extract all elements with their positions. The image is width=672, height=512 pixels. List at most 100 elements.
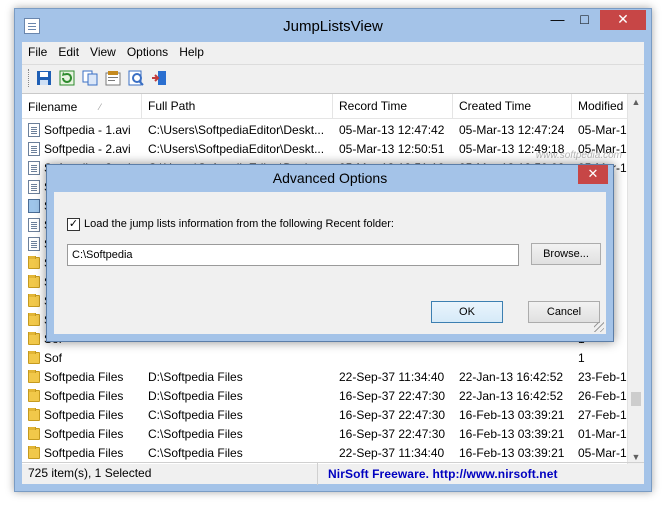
dialog-close-button[interactable]: ✕	[578, 165, 608, 184]
softpedia-watermark: www.softpedia.com	[535, 150, 622, 161]
cell-filename: Softpedia Files	[22, 369, 142, 384]
ok-button[interactable]: OK	[431, 301, 503, 323]
filename-text: Softpedia Files	[44, 407, 124, 422]
filename-text: Softpedia Files	[44, 369, 124, 384]
dialog-title: Advanced Options	[272, 170, 388, 186]
cell-full-path: D:\Softpedia Files	[148, 369, 243, 384]
copy-button[interactable]	[80, 68, 100, 88]
browse-button[interactable]: Browse...	[531, 243, 601, 265]
file-icon	[28, 122, 40, 137]
cell-created-time: 16-Feb-13 03:39:21	[459, 407, 565, 422]
recent-folder-path-input[interactable]	[67, 244, 519, 266]
menu-options[interactable]: Options	[123, 42, 175, 62]
scroll-thumb[interactable]	[631, 392, 641, 406]
menu-help[interactable]: Help	[175, 42, 211, 62]
cell-record-time: 05-Mar-13 12:50:51	[339, 141, 445, 156]
toolbar-grip	[28, 68, 30, 87]
cell-record-time: 16-Sep-37 22:47:30	[339, 407, 446, 422]
table-header: Filename ⁄ Full Path Record Time Created …	[22, 94, 644, 119]
menu-edit[interactable]: Edit	[54, 42, 86, 62]
copy-icon	[82, 70, 98, 85]
folder-icon	[28, 350, 40, 364]
folder-icon	[28, 331, 40, 345]
cell-filename: Softpedia Files	[22, 388, 142, 403]
cell-full-path: C:\Users\SoftpediaEditor\Deskt...	[148, 122, 325, 137]
exit-icon	[152, 70, 166, 85]
cell-filename: Sof	[22, 350, 142, 365]
cell-record-time: 05-Mar-13 12:47:42	[339, 122, 445, 137]
table-row[interactable]: Softpedia Files C:\Softpedia Files 16-Sep-…	[22, 405, 642, 424]
folder-icon	[28, 388, 40, 402]
find-button[interactable]	[126, 68, 146, 88]
folder-icon	[28, 369, 40, 383]
column-filename[interactable]: Filename ⁄	[22, 94, 142, 119]
cell-record-time: 22-Sep-37 11:34:40	[339, 369, 445, 384]
scroll-up-icon[interactable]: ▲	[628, 94, 644, 110]
file-icon	[28, 179, 40, 194]
image-file-icon	[28, 198, 40, 213]
table-row[interactable]: Softpedia Files D:\Softpedia Files 22-Sep-…	[22, 367, 642, 386]
menu-view[interactable]: View	[86, 42, 123, 62]
dialog-body: ✓ Load the jump lists information from t…	[54, 192, 606, 334]
cell-record-time: 22-Sep-37 11:34:40	[339, 445, 445, 460]
folder-icon	[28, 445, 40, 459]
filename-text: Softpedia Files	[44, 445, 124, 460]
table-row[interactable]: Softpedia Files D:\Softpedia Files 16-Sep-…	[22, 386, 642, 405]
cell-record-time: 16-Sep-37 22:47:30	[339, 388, 446, 403]
toolbar	[22, 64, 644, 90]
refresh-icon	[59, 70, 75, 85]
title-bar: JumpListsView — □ ✕	[15, 9, 651, 43]
cell-created-time: 16-Feb-13 03:39:21	[459, 445, 565, 460]
find-icon	[128, 70, 144, 86]
nirsoft-link[interactable]: NirSoft Freeware. http://www.nirsoft.net	[318, 467, 558, 481]
menu-bar: File Edit View Options Help	[22, 42, 644, 62]
checkmark-icon: ✓	[68, 218, 79, 230]
exit-button[interactable]	[149, 68, 169, 88]
column-created-time[interactable]: Created Time	[453, 94, 572, 119]
vertical-scrollbar[interactable]: ▲ ▼	[627, 94, 644, 464]
cell-filename: Softpedia Files	[22, 445, 142, 460]
minimize-button[interactable]: —	[544, 10, 571, 30]
menu-file[interactable]: File	[24, 42, 54, 62]
cell-full-path: D:\Softpedia Files	[148, 388, 243, 403]
cell-created-time: 22-Jan-13 16:42:52	[459, 388, 564, 403]
resize-grip[interactable]	[594, 322, 604, 332]
folder-icon	[28, 293, 40, 307]
filename-text: Sof	[44, 350, 63, 365]
column-record-time[interactable]: Record Time	[333, 94, 453, 119]
table-row[interactable]: Sof1	[22, 348, 642, 367]
folder-icon	[28, 255, 40, 269]
save-icon	[37, 70, 51, 85]
cell-record-time: 16-Sep-37 22:47:30	[339, 426, 446, 441]
table-row[interactable]: Softpedia Files C:\Softpedia Files 16-Sep-…	[22, 424, 642, 443]
table-row[interactable]: Softpedia - 1.avi C:\Users\SoftpediaEdito…	[22, 120, 642, 139]
save-button[interactable]	[34, 68, 54, 88]
cell-created-time: 05-Mar-13 12:47:24	[459, 122, 565, 137]
filename-text: Softpedia Files	[44, 426, 124, 441]
recent-folder-checkbox[interactable]: ✓	[67, 218, 80, 231]
cell-filename: Softpedia - 2.avi	[22, 141, 142, 156]
table-row[interactable]: Softpedia Files C:\Softpedia Files 22-Sep-…	[22, 443, 642, 462]
file-icon	[28, 141, 40, 156]
sort-arrow-icon: ⁄	[99, 101, 101, 112]
recent-folder-checkbox-label: Load the jump lists information from the…	[84, 218, 394, 230]
filename-text: Softpedia Files	[44, 388, 124, 403]
file-icon	[28, 160, 40, 175]
status-item-count: 725 item(s), 1 Selected	[22, 462, 318, 485]
refresh-button[interactable]	[57, 68, 77, 88]
folder-icon	[28, 407, 40, 421]
cancel-button[interactable]: Cancel	[528, 301, 600, 323]
cell-full-path: C:\Users\SoftpediaEditor\Deskt...	[148, 141, 325, 156]
file-icon	[28, 236, 40, 251]
file-icon	[28, 217, 40, 232]
maximize-button[interactable]: □	[571, 10, 598, 30]
cell-full-path: C:\Softpedia Files	[148, 426, 243, 441]
close-button[interactable]: ✕	[600, 10, 646, 30]
filename-text: Softpedia - 2.avi	[44, 141, 131, 156]
properties-button[interactable]	[103, 68, 123, 88]
filename-text: Softpedia - 1.avi	[44, 122, 131, 137]
cell-created-time: 22-Jan-13 16:42:52	[459, 369, 564, 384]
column-full-path[interactable]: Full Path	[142, 94, 333, 119]
advanced-options-dialog: Advanced Options ✕ ✓ Load the jump lists…	[46, 164, 614, 342]
status-bar: 725 item(s), 1 Selected NirSoft Freeware…	[22, 462, 644, 485]
